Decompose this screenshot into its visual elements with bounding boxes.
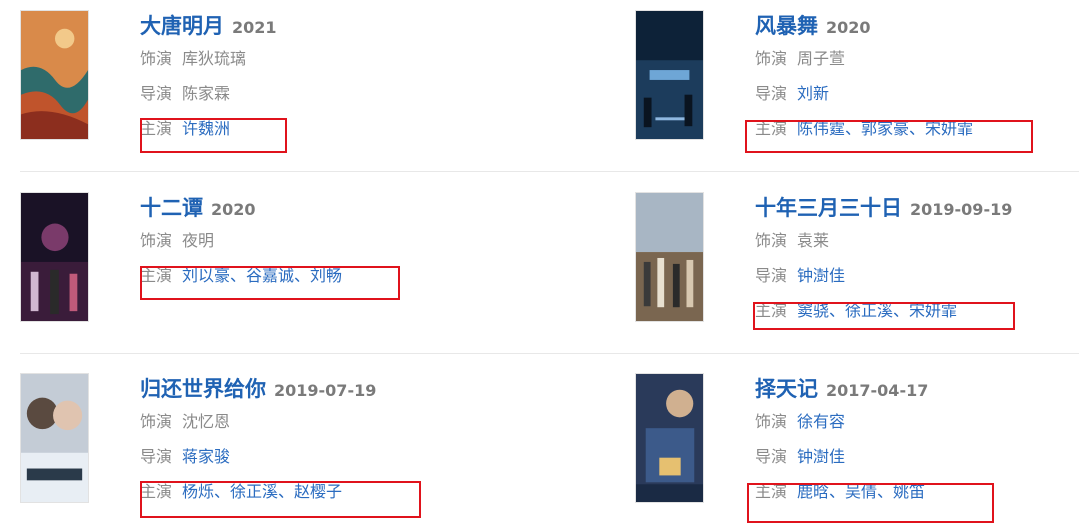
row-divider [20,353,1079,354]
movie-card: 归还世界给你 2019-07-19 饰演 沈忆恩 导演 蒋家骏 主演 杨烁、徐正… [20,373,540,523]
cast-row: 饰演 袁莱 [755,224,1012,259]
movie-year: 2019-09-19 [910,200,1013,219]
director-value: 陈家霖 [182,84,231,103]
movie-poster[interactable] [635,10,704,140]
highlight-box [140,118,287,153]
cast-label: 饰演 [140,412,173,431]
cast-row: 饰演 徐有容 [755,405,928,440]
movie-poster[interactable] [20,192,89,322]
movie-card: 风暴舞 2020 饰演 周子萱 导演 刘新 主演 陈伟霆、郭家豪、宋妍霏 [635,10,1079,160]
cast-row: 饰演 库狄琉璃 [140,42,277,77]
highlight-box [753,302,1015,330]
cast-value: 夜明 [182,231,215,250]
cast-label: 饰演 [755,49,788,68]
movie-poster[interactable] [20,10,89,140]
director-label: 导演 [140,447,173,466]
movie-year: 2020 [211,200,256,219]
director-label: 导演 [140,84,173,103]
cast-value: 库狄琉璃 [182,49,247,68]
movie-title[interactable]: 十年三月三十日 [755,192,902,222]
movie-poster[interactable] [635,373,704,503]
movie-year: 2021 [232,18,277,37]
movie-title[interactable]: 风暴舞 [755,10,818,40]
cast-label: 饰演 [755,231,788,250]
director-row: 导演 钟澍佳 [755,259,1012,294]
director-link[interactable]: 钟澍佳 [797,265,845,294]
director-label: 导演 [755,266,788,285]
cast-value: 袁莱 [797,231,830,250]
filmography-grid: 大唐明月 2021 饰演 库狄琉璃 导演 陈家霖 主演 许魏洲 风暴舞 2020… [0,0,1079,532]
cast-value: 周子萱 [797,49,846,68]
director-link[interactable]: 蒋家骏 [182,446,230,475]
movie-title[interactable]: 十二谭 [140,192,203,222]
movie-year: 2017-04-17 [826,381,929,400]
movie-year: 2020 [826,18,871,37]
cast-label: 饰演 [755,412,788,431]
movie-title[interactable]: 择天记 [755,373,818,403]
cast-label: 饰演 [140,49,173,68]
highlight-box [745,120,1033,153]
cast-link[interactable]: 徐有容 [797,411,845,440]
movie-card: 大唐明月 2021 饰演 库狄琉璃 导演 陈家霖 主演 许魏洲 [20,10,540,160]
movie-poster[interactable] [20,373,89,503]
director-link[interactable]: 刘新 [797,83,829,112]
movie-year: 2019-07-19 [274,381,377,400]
cast-value: 沈忆恩 [182,412,231,431]
cast-row: 饰演 夜明 [140,224,342,259]
cast-label: 饰演 [140,231,173,250]
director-row: 导演 蒋家骏 [140,440,376,475]
movie-poster[interactable] [635,192,704,322]
director-row: 导演 刘新 [755,77,973,112]
movie-title[interactable]: 大唐明月 [140,10,224,40]
director-link[interactable]: 钟澍佳 [797,446,845,475]
director-label: 导演 [755,447,788,466]
highlight-box [140,481,421,518]
director-row: 导演 钟澍佳 [755,440,928,475]
director-label: 导演 [755,84,788,103]
director-row: 导演 陈家霖 [140,77,277,112]
movie-title[interactable]: 归还世界给你 [140,373,266,403]
highlight-box [140,266,400,300]
row-divider [20,171,1079,172]
cast-row: 饰演 沈忆恩 [140,405,376,440]
cast-row: 饰演 周子萱 [755,42,973,77]
movie-card: 十年三月三十日 2019-09-19 饰演 袁莱 导演 钟澍佳 主演 窦骁、徐正… [635,192,1079,342]
movie-card: 十二谭 2020 饰演 夜明 主演 刘以豪、谷嘉诚、刘畅 [20,192,540,342]
movie-card: 择天记 2017-04-17 饰演 徐有容 导演 钟澍佳 主演 鹿晗、吴倩、姚笛 [635,373,1079,523]
highlight-box [747,483,994,523]
